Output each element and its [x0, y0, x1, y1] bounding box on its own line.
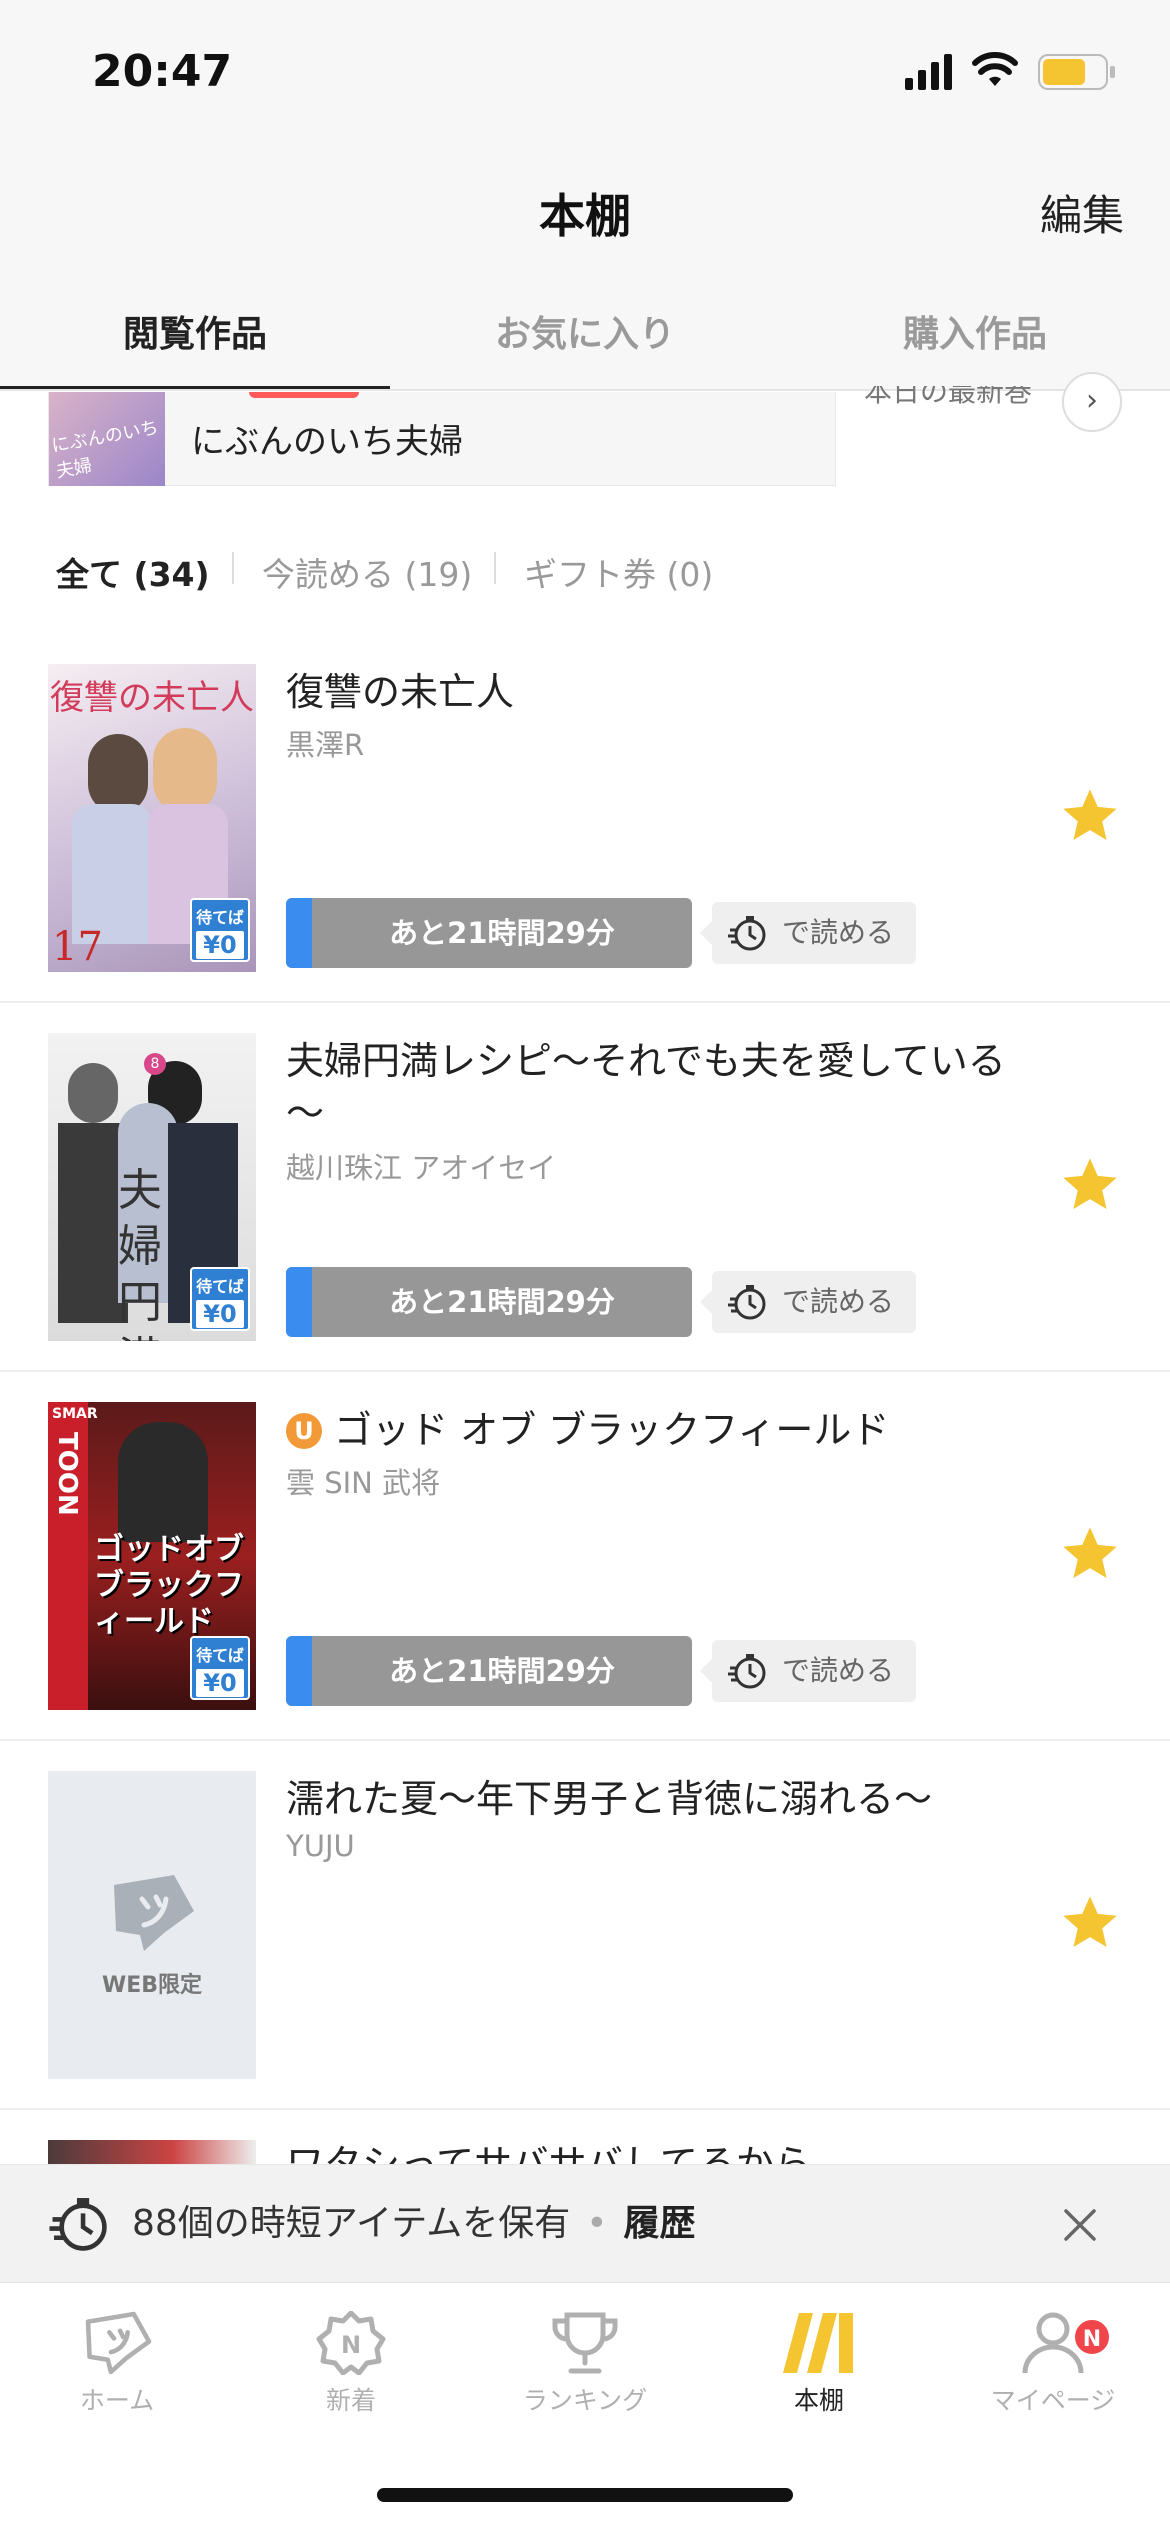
notification-badge: N	[1072, 2317, 1112, 2357]
book-author: 越川珠江 アオイセイ	[286, 1151, 557, 1185]
filter-readable-now[interactable]: 今読める (19)	[262, 548, 472, 596]
readable-label: で読める	[700, 1271, 916, 1333]
tab-purchased[interactable]: 購入作品	[780, 290, 1170, 390]
star-icon[interactable]	[1058, 1153, 1122, 1217]
nav-home[interactable]: ホーム	[0, 2303, 234, 2433]
nav-mypage[interactable]: マイページ N	[936, 2303, 1170, 2433]
chevron-right-icon[interactable]: ›	[1062, 372, 1122, 432]
book-title: 復讐の未亡人	[286, 670, 515, 714]
book-cover: WEB限定	[48, 1771, 256, 2079]
new-icon: N	[316, 2311, 386, 2375]
book-cover: SMAR TOON ゴッドオブブラックフィールド 待てば ¥0	[48, 1402, 256, 1710]
nav-new[interactable]: N 新着	[234, 2303, 468, 2433]
filter-gift-ticket[interactable]: ギフト券 (0)	[524, 548, 713, 596]
star-icon[interactable]	[1058, 1891, 1122, 1955]
wait-timer-bar: あと21時間29分	[286, 1636, 692, 1706]
divider	[232, 552, 234, 584]
notice-text: 88個の時短アイテムを保有	[132, 2203, 571, 2244]
time-saver-notice: 88個の時短アイテムを保有 • 履歴	[0, 2164, 1170, 2282]
readable-label: で読める	[700, 1640, 916, 1702]
status-time: 20:47	[92, 46, 233, 97]
readable-label: で読める	[700, 902, 916, 964]
u-badge: U	[286, 1413, 322, 1449]
stopwatch-icon	[49, 2198, 107, 2251]
home-icon	[85, 2311, 152, 2375]
page-header: 本棚 編集 閲覧作品 お気に入り 購入作品	[0, 150, 1170, 390]
book-title: U ゴッド オブ ブラックフィールド	[286, 1404, 1016, 1456]
banner-title: にぶんのいち夫婦	[191, 422, 463, 462]
divider	[494, 552, 496, 584]
edit-button[interactable]: 編集	[1040, 182, 1124, 243]
star-icon[interactable]	[1058, 784, 1122, 848]
star-icon[interactable]	[1058, 1522, 1122, 1586]
bookshelf-icon	[783, 2313, 853, 2373]
filter-all[interactable]: 全て (34)	[56, 548, 210, 596]
stopwatch-icon	[728, 916, 766, 951]
book-title: 濡れた夏～年下男子と背徳に溺れる～	[286, 1777, 933, 1821]
book-row[interactable]: SMAR TOON ゴッドオブブラックフィールド 待てば ¥0 U ゴッド オブ ブ…	[0, 1372, 1170, 1741]
book-row[interactable]: 8 夫婦円満 待てば¥0 夫婦円満レシピ～それでも夫を愛している～ 越川珠江 ア…	[0, 1003, 1170, 1372]
wait-free-badge: 待てば ¥0	[190, 898, 250, 962]
book-cover	[48, 2140, 256, 2164]
tab-favorites[interactable]: お気に入り	[390, 290, 780, 390]
wifi-icon	[972, 52, 1018, 86]
close-icon[interactable]	[1060, 2205, 1100, 2245]
battery-icon	[1038, 54, 1115, 90]
stopwatch-icon	[728, 1285, 766, 1320]
banner-latest-label: 本日の最新巻	[864, 386, 1033, 408]
latest-volume-banner[interactable]: にぶんのいち夫婦 にぶんのいち夫婦	[48, 392, 836, 486]
web-only-label: WEB限定	[101, 1973, 203, 1998]
book-row[interactable]: 復讐の未亡人 17 待てば ¥0 復讐の未亡人 黒澤R あと21時間29分 で読め…	[0, 634, 1170, 1003]
book-cover: 復讐の未亡人 17 待てば ¥0	[48, 664, 256, 972]
home-indicator[interactable]	[377, 2488, 793, 2502]
book-author: 黒澤R	[286, 728, 365, 762]
tab-bar: 閲覧作品 お気に入り 購入作品	[0, 290, 1170, 390]
signal-icon	[905, 54, 952, 90]
book-row[interactable]: WEB限定 濡れた夏～年下男子と背徳に溺れる～ YUJU	[0, 1741, 1170, 2110]
nav-ranking[interactable]: ランキング	[468, 2303, 702, 2433]
book-cover: 8 夫婦円満 待てば¥0	[48, 1033, 256, 1341]
page-title: 本棚	[539, 189, 631, 243]
tab-viewed[interactable]: 閲覧作品	[0, 290, 390, 390]
stopwatch-icon	[728, 1654, 766, 1689]
status-bar: 20:47	[0, 0, 1170, 150]
wait-timer-bar: あと21時間29分	[286, 898, 692, 968]
wait-free-badge: 待てば ¥0	[190, 1267, 250, 1331]
trophy-icon	[552, 2312, 618, 2374]
svg-text:N: N	[341, 2331, 361, 2359]
book-title: ワタシってサバサバしてるから	[286, 2142, 812, 2164]
book-author: 雲 SIN 武将	[286, 1466, 441, 1500]
history-link[interactable]: 履歴	[623, 2203, 695, 2244]
placeholder-logo-icon	[114, 1875, 194, 1951]
wait-timer-bar: あと21時間29分	[286, 1267, 692, 1337]
nav-bookshelf[interactable]: 本棚	[702, 2303, 936, 2433]
book-author: YUJU	[286, 1829, 355, 1863]
wait-free-badge: 待てば ¥0	[190, 1636, 250, 1700]
book-title: 夫婦円満レシピ～それでも夫を愛している～	[286, 1039, 1006, 1135]
banner-thumbnail: にぶんのいち夫婦	[49, 392, 165, 486]
banner-label-tab	[249, 392, 359, 398]
